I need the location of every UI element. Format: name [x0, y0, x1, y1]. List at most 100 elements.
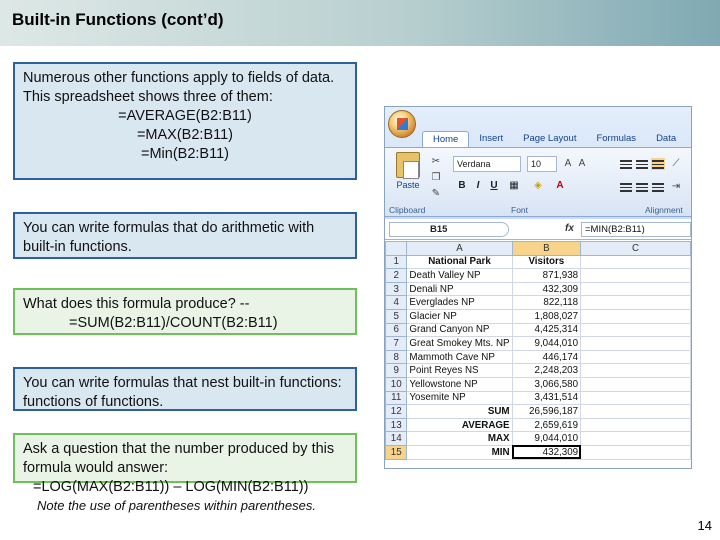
name-box[interactable]: B15: [389, 222, 509, 237]
italic-icon[interactable]: I: [471, 179, 485, 193]
tab-home[interactable]: Home: [422, 131, 470, 147]
grow-font-icon[interactable]: A: [561, 158, 575, 170]
fx-icon[interactable]: fx: [565, 223, 574, 234]
cell-b4[interactable]: 822,118: [511, 295, 582, 310]
cell-c10[interactable]: [580, 376, 691, 392]
group-label-clipboard: Clipboard: [389, 205, 426, 215]
cut-icon[interactable]: ✂: [429, 156, 443, 168]
cell-a3[interactable]: Denali NP: [406, 281, 513, 297]
formula-input[interactable]: =MIN(B2:B11): [581, 222, 691, 237]
cell-b11[interactable]: 3,431,514: [511, 390, 582, 406]
font-size-select[interactable]: 10: [527, 156, 557, 172]
cell-a8[interactable]: Mammoth Cave NP: [406, 349, 513, 365]
select-all-corner[interactable]: [385, 241, 408, 256]
row-header[interactable]: 10: [385, 376, 408, 392]
orientation-icon[interactable]: ⟋: [669, 158, 683, 170]
tab-data[interactable]: Data: [646, 131, 686, 147]
bold-icon[interactable]: B: [455, 179, 469, 193]
cell-c2[interactable]: [580, 268, 691, 283]
cell-c13[interactable]: [580, 417, 691, 433]
align-center-icon[interactable]: [635, 181, 649, 193]
cell-c12[interactable]: [580, 404, 691, 419]
fill-color-icon[interactable]: ◈: [531, 179, 545, 193]
row-header[interactable]: 2: [385, 268, 408, 283]
row-header[interactable]: 12: [385, 404, 408, 419]
font-name-select[interactable]: Verdana: [453, 156, 521, 172]
table-row: 3 Denali NP 432,309: [385, 281, 691, 297]
align-left-icon[interactable]: [619, 181, 633, 193]
row-header[interactable]: 1: [385, 254, 408, 270]
cell-c1[interactable]: [580, 254, 691, 270]
cell-a13[interactable]: AVERAGE: [406, 417, 513, 433]
tab-insert[interactable]: Insert: [469, 131, 513, 147]
cell-c11[interactable]: [580, 390, 691, 406]
row-header[interactable]: 11: [385, 390, 408, 406]
cell-a2[interactable]: Death Valley NP: [406, 268, 513, 283]
table-row: 11 Yosemite NP 3,431,514: [385, 390, 691, 406]
cell-a11[interactable]: Yosemite NP: [406, 390, 513, 406]
cell-a5[interactable]: Glacier NP: [406, 308, 513, 324]
cell-c5[interactable]: [580, 308, 691, 324]
font-color-icon[interactable]: A: [553, 179, 567, 193]
cell-b9[interactable]: 2,248,203: [511, 363, 582, 378]
table-row: 8 Mammoth Cave NP 446,174: [385, 349, 691, 365]
cell-b5[interactable]: 1,808,027: [511, 308, 582, 324]
cell-c6[interactable]: [580, 322, 691, 338]
cell-b7[interactable]: 9,044,010: [511, 336, 582, 351]
cell-a14[interactable]: MAX: [406, 431, 513, 446]
copy-icon[interactable]: ❐: [429, 172, 443, 184]
office-button[interactable]: [388, 110, 416, 138]
cell-b2[interactable]: 871,938: [511, 268, 582, 283]
row-header[interactable]: 9: [385, 363, 408, 378]
cell-a4[interactable]: Everglades NP: [406, 295, 513, 310]
tab-page-layout[interactable]: Page Layout: [513, 131, 586, 147]
cell-a15[interactable]: MIN: [406, 444, 513, 460]
cell-b6[interactable]: 4,425,314: [511, 322, 582, 338]
cell-a1[interactable]: National Park: [406, 254, 513, 270]
cell-a6[interactable]: Grand Canyon NP: [406, 322, 513, 338]
row-header[interactable]: 7: [385, 336, 408, 351]
cell-c8[interactable]: [580, 349, 691, 365]
cell-c9[interactable]: [580, 363, 691, 378]
align-top-icon[interactable]: [619, 158, 633, 170]
row-header[interactable]: 4: [385, 295, 408, 310]
row-header[interactable]: 8: [385, 349, 408, 365]
cell-a9[interactable]: Point Reyes NS: [406, 363, 513, 378]
row-header[interactable]: 5: [385, 308, 408, 324]
cell-b3[interactable]: 432,309: [511, 281, 582, 297]
align-right-icon[interactable]: [651, 181, 665, 193]
cell-a7[interactable]: Great Smokey Mts. NP: [406, 336, 513, 351]
cell-c15[interactable]: [580, 444, 691, 460]
cell-c3[interactable]: [580, 281, 691, 297]
indent-icon[interactable]: ⇥: [669, 181, 683, 193]
row-header[interactable]: 13: [385, 417, 408, 433]
cell-b13[interactable]: 2,659,619: [511, 417, 582, 433]
format-painter-icon[interactable]: ✎: [429, 188, 443, 200]
cell-c7[interactable]: [580, 336, 691, 351]
cell-c4[interactable]: [580, 295, 691, 310]
align-bottom-icon[interactable]: [651, 158, 665, 170]
column-header-a[interactable]: A: [406, 241, 513, 256]
cell-b15[interactable]: 432,309: [511, 444, 582, 460]
align-middle-icon[interactable]: [635, 158, 649, 170]
cell-c14[interactable]: [580, 431, 691, 446]
cell-b14[interactable]: 9,044,010: [511, 431, 582, 446]
cell-b12[interactable]: 26,596,187: [511, 404, 582, 419]
tab-formulas[interactable]: Formulas: [586, 131, 646, 147]
underline-icon[interactable]: U: [487, 179, 501, 193]
cell-b1[interactable]: Visitors: [511, 254, 582, 270]
row-header[interactable]: 3: [385, 281, 408, 297]
cell-b8[interactable]: 446,174: [511, 349, 582, 365]
borders-icon[interactable]: ▦: [507, 179, 521, 193]
cell-b10[interactable]: 3,066,580: [511, 376, 582, 392]
column-header-c[interactable]: C: [580, 241, 691, 256]
box-functions-intro: Numerous other functions apply to fields…: [13, 62, 357, 180]
row-header[interactable]: 6: [385, 322, 408, 338]
shrink-font-icon[interactable]: A: [575, 158, 589, 170]
row-header[interactable]: 15: [385, 444, 408, 460]
column-header-b[interactable]: B: [511, 241, 582, 256]
cell-a10[interactable]: Yellowstone NP: [406, 376, 513, 392]
paste-button[interactable]: Paste: [391, 152, 425, 202]
cell-a12[interactable]: SUM: [406, 404, 513, 419]
row-header[interactable]: 14: [385, 431, 408, 446]
